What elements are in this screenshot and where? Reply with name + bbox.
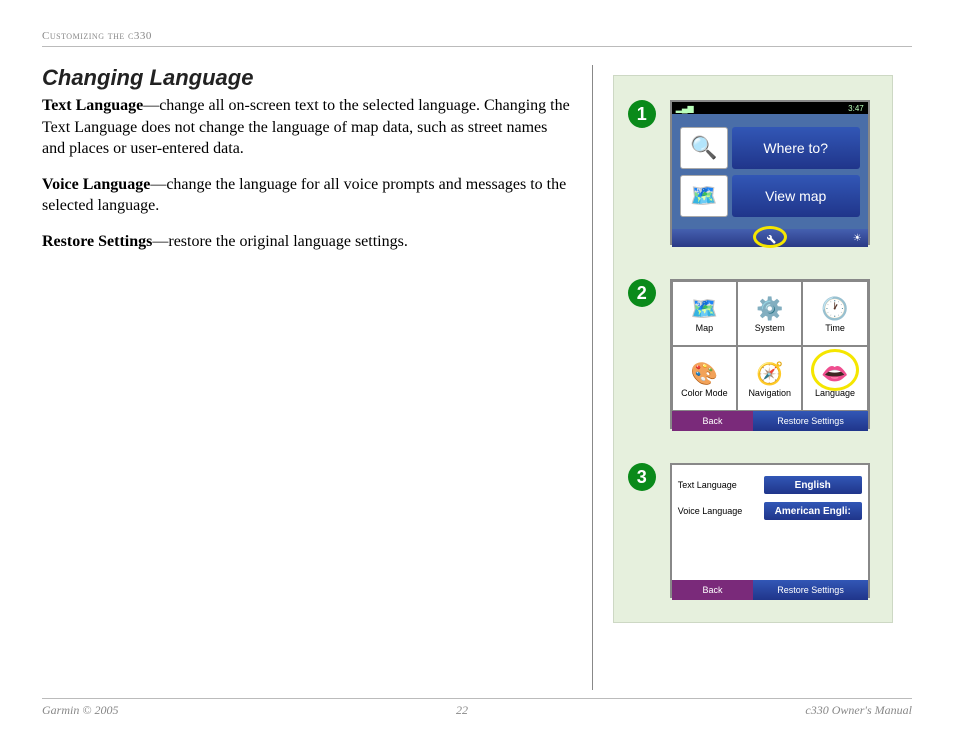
cell-map[interactable]: 🗺️Map: [672, 281, 737, 346]
text-lang-label: Text Language: [678, 480, 760, 490]
page-header: Customizing the c330: [42, 30, 912, 47]
highlight-circle-1: [753, 226, 787, 248]
row-where-to: 🔍 Where to?: [680, 127, 860, 169]
text-lang-value[interactable]: English: [764, 476, 862, 494]
step-1-row: 1 ▂▄▆ 3:47 🔍 Where to? 🗺️ View map: [628, 100, 878, 245]
cell-color-label: Color Mode: [681, 388, 728, 398]
row-text-lang: Text Language English: [678, 473, 862, 497]
step-3-row: 3 Text Language English Voice Language A…: [628, 463, 878, 598]
voice-lang-value[interactable]: American Engli:: [764, 502, 862, 520]
paragraph-text-language: Text Language—change all on-screen text …: [42, 95, 572, 160]
palette-icon: 🎨: [691, 360, 718, 388]
row-view-map: 🗺️ View map: [680, 175, 860, 217]
screenshot-1: ▂▄▆ 3:47 🔍 Where to? 🗺️ View map: [670, 100, 870, 245]
right-column: 1 ▂▄▆ 3:47 🔍 Where to? 🗺️ View map: [593, 65, 912, 690]
back-button[interactable]: Back: [672, 580, 754, 600]
gear-icon: ⚙️: [756, 295, 783, 323]
page-footer: Garmin © 2005 22 c330 Owner's Manual: [42, 698, 912, 718]
map-icon: 🗺️: [680, 175, 728, 217]
search-icon: 🔍: [680, 127, 728, 169]
screenshot-2: 🗺️Map ⚙️System 🕐Time 🎨Color Mode 🧭Naviga…: [670, 279, 870, 429]
cell-time-label: Time: [825, 323, 845, 333]
cell-system-label: System: [755, 323, 785, 333]
settings-grid: 🗺️Map ⚙️System 🕐Time 🎨Color Mode 🧭Naviga…: [672, 281, 868, 411]
statusbar: ▂▄▆ 3:47: [672, 102, 868, 114]
para3-body: —restore the original language settings.: [152, 233, 407, 250]
step-1-badge: 1: [628, 100, 656, 128]
signal-icon: ▂▄▆: [676, 104, 694, 113]
screenshot-panel: 1 ▂▄▆ 3:47 🔍 Where to? 🗺️ View map: [613, 75, 893, 623]
restore-button[interactable]: Restore Settings: [753, 580, 867, 600]
s3-footer: Back Restore Settings: [672, 580, 868, 600]
step-2-badge: 2: [628, 279, 656, 307]
map-icon: 🗺️: [691, 295, 718, 323]
s1-body: 🔍 Where to? 🗺️ View map: [672, 114, 868, 229]
section-title: Changing Language: [42, 65, 572, 91]
footer-right: c330 Owner's Manual: [805, 703, 912, 718]
paragraph-voice-language: Voice Language—change the language for a…: [42, 174, 572, 217]
step-3-badge: 3: [628, 463, 656, 491]
cell-map-label: Map: [696, 323, 714, 333]
para3-lead: Restore Settings: [42, 233, 152, 250]
para1-lead: Text Language: [42, 97, 143, 114]
s1-bottom-bar: ☀: [672, 229, 868, 247]
s2-footer: Back Restore Settings: [672, 411, 868, 431]
s3-body: Text Language English Voice Language Ame…: [672, 465, 868, 580]
cell-nav-label: Navigation: [748, 388, 791, 398]
restore-button[interactable]: Restore Settings: [753, 411, 867, 431]
compass-icon: 🧭: [756, 360, 783, 388]
footer-left: Garmin © 2005: [42, 703, 118, 718]
brightness-icon: ☀: [853, 233, 862, 244]
step-2-row: 2 🗺️Map ⚙️System 🕐Time 🎨Color Mode 🧭Navi…: [628, 279, 878, 429]
cell-system[interactable]: ⚙️System: [737, 281, 802, 346]
screenshot-3: Text Language English Voice Language Ame…: [670, 463, 870, 598]
footer-center: 22: [456, 703, 468, 718]
voice-lang-label: Voice Language: [678, 506, 760, 516]
cell-navigation[interactable]: 🧭Navigation: [737, 346, 802, 411]
cell-color-mode[interactable]: 🎨Color Mode: [672, 346, 737, 411]
clock-icon: 🕐: [821, 295, 848, 323]
back-button[interactable]: Back: [672, 411, 754, 431]
row-voice-lang: Voice Language American Engli:: [678, 499, 862, 523]
cell-language[interactable]: 👄Language: [802, 346, 867, 411]
content: Changing Language Text Language—change a…: [42, 65, 912, 690]
cell-time[interactable]: 🕐Time: [802, 281, 867, 346]
paragraph-restore: Restore Settings—restore the original la…: [42, 231, 572, 253]
left-column: Changing Language Text Language—change a…: [42, 65, 593, 690]
time: 3:47: [848, 104, 864, 113]
where-to-button[interactable]: Where to?: [732, 127, 860, 169]
view-map-button[interactable]: View map: [732, 175, 860, 217]
highlight-circle-2: [811, 349, 859, 391]
para2-lead: Voice Language: [42, 176, 150, 193]
